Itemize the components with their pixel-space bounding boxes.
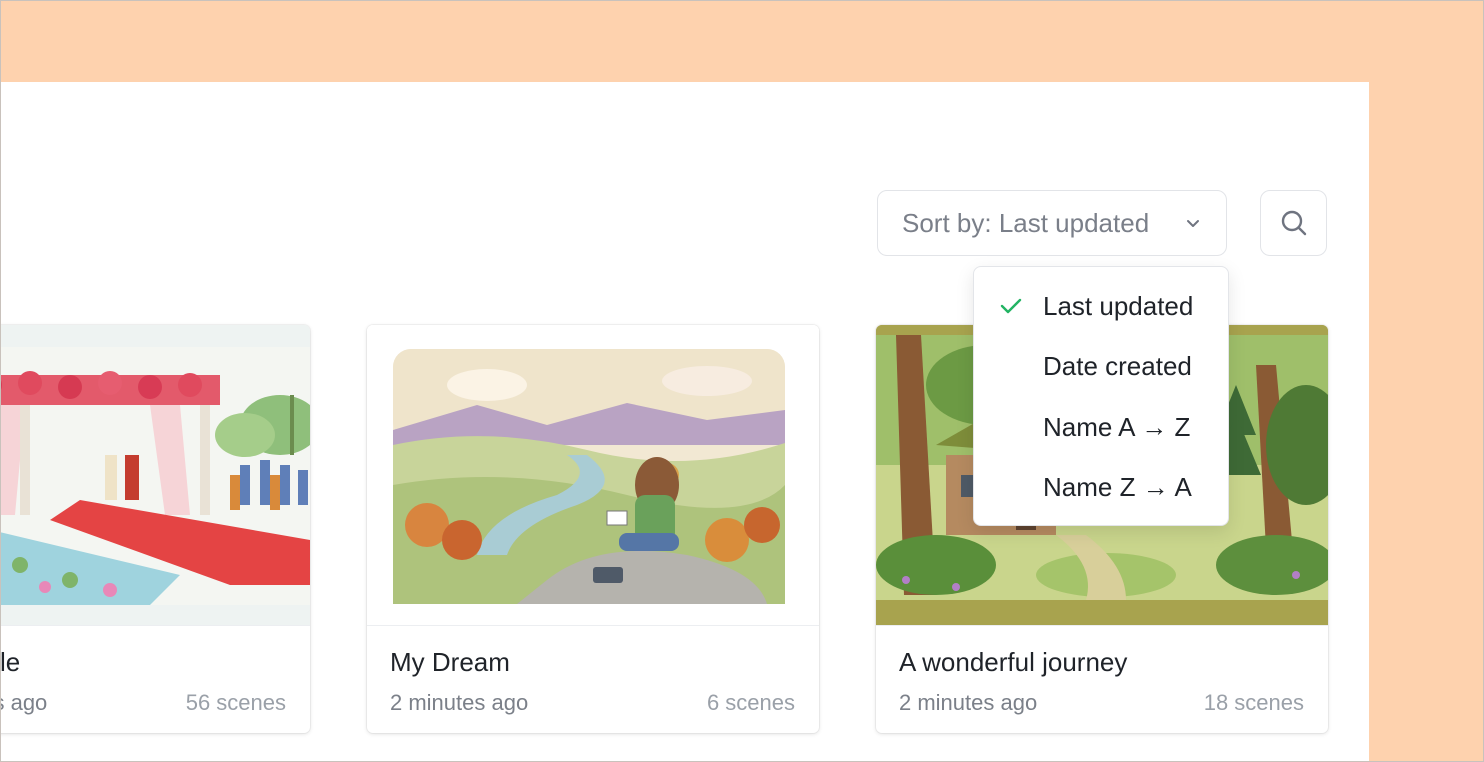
project-scene-count: 56 scenes <box>185 690 286 715</box>
sort-dropdown-button[interactable]: Sort by: Last updated <box>877 190 1227 256</box>
project-updated: 2 minutes ago <box>390 690 529 715</box>
project-updated: nds ago <box>0 690 48 715</box>
project-title: le <box>0 647 21 677</box>
sort-option-label: Last updated <box>1043 290 1194 321</box>
project-updated: 2 minutes ago <box>899 690 1038 715</box>
project-title: A wonderful journey <box>899 647 1128 677</box>
sort-option-date-created[interactable]: Date created <box>974 338 1228 394</box>
check-icon <box>1000 298 1022 314</box>
card-divider <box>0 625 310 626</box>
sort-option-name-desc[interactable]: Name Z → A <box>974 459 1228 515</box>
sort-label: Sort by: Last updated <box>902 207 1150 238</box>
project-title: My Dream <box>390 647 510 677</box>
chevron-down-icon <box>1187 220 1199 227</box>
sort-option-label: Date created <box>1043 350 1192 381</box>
search-button[interactable] <box>1260 190 1327 256</box>
card-divider <box>876 625 1328 626</box>
sort-menu: Last updated Date created Name A → Z Nam… <box>973 266 1229 526</box>
project-scene-count: 18 scenes <box>1203 690 1304 715</box>
sort-option-last-updated[interactable]: Last updated <box>974 278 1228 334</box>
project-card[interactable]: My Dream 2 minutes ago 6 scenes <box>367 325 819 733</box>
sort-option-name-asc[interactable]: Name A → Z <box>974 399 1228 455</box>
card-divider <box>367 625 819 626</box>
project-thumbnail <box>367 325 819 625</box>
project-scene-count: 6 scenes <box>706 690 795 715</box>
project-thumbnail <box>0 325 310 625</box>
sort-option-label: Name A → Z <box>1043 411 1191 442</box>
sort-option-label: Name Z → A <box>1043 471 1192 502</box>
project-card[interactable]: le nds ago 56 scenes <box>0 325 310 733</box>
search-icon <box>1281 210 1306 236</box>
